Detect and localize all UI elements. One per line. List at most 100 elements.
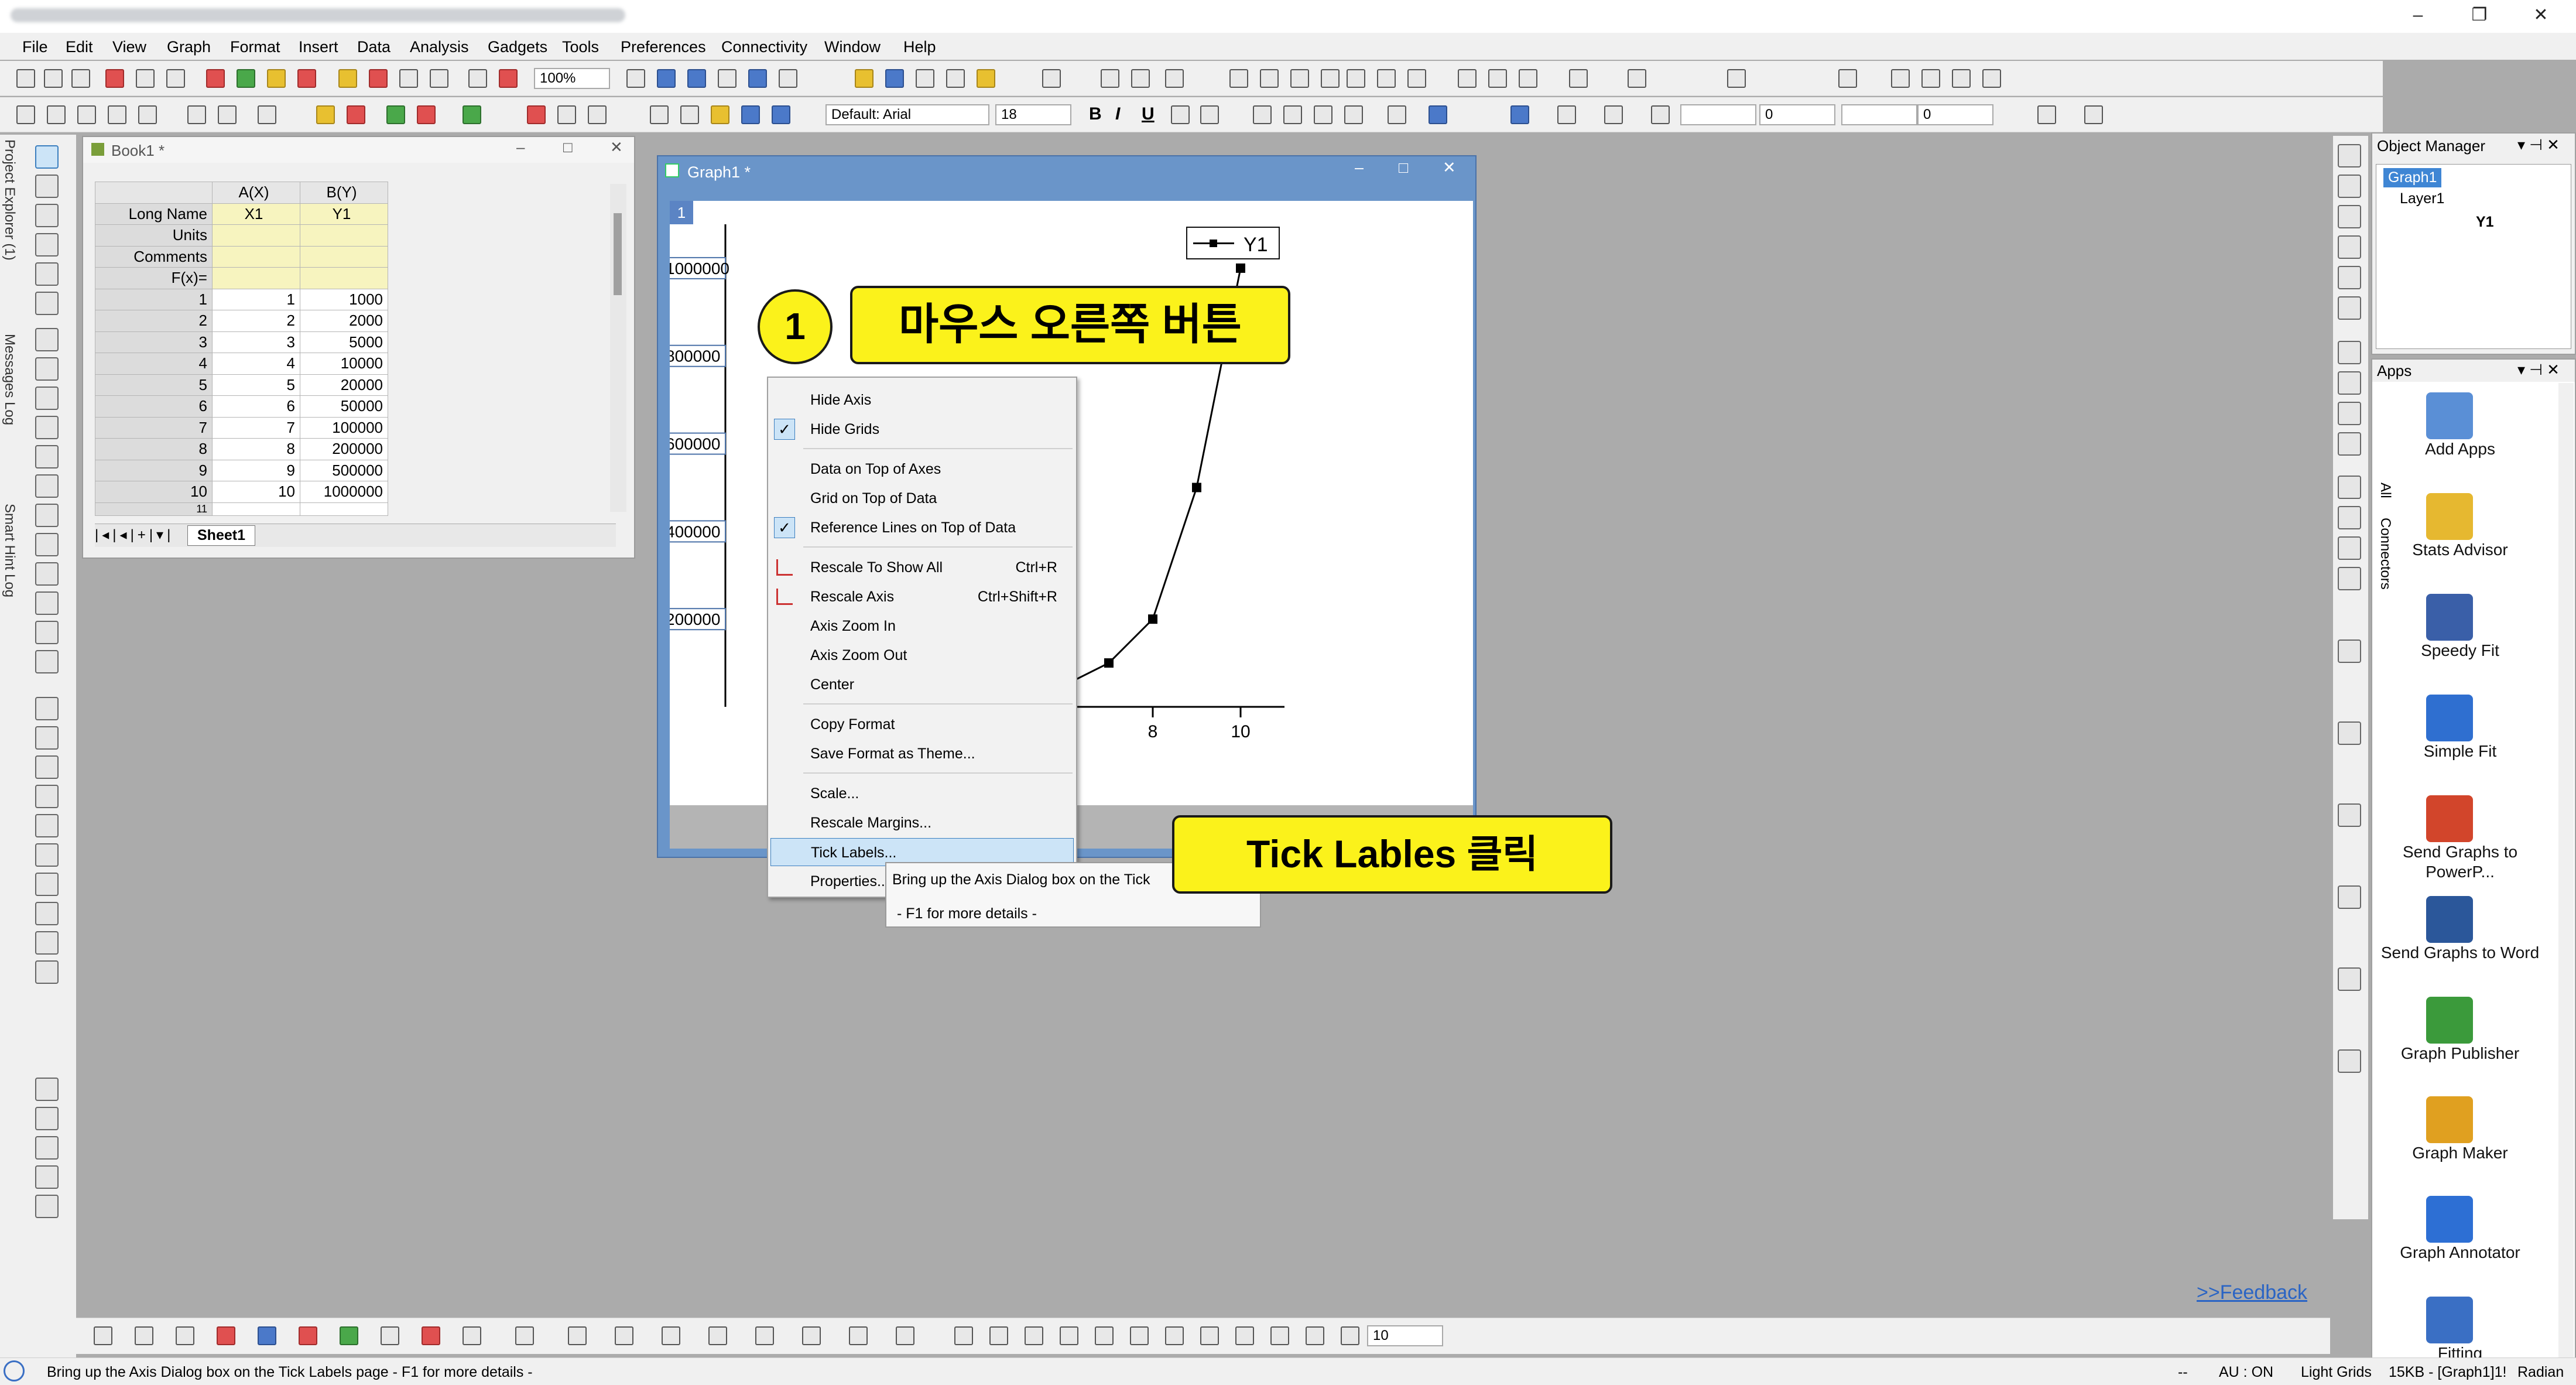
app-label[interactable]: Graph Publisher bbox=[2378, 1044, 2542, 1063]
data-cell[interactable]: 1000 bbox=[300, 288, 388, 310]
sqrt-tool-icon[interactable] bbox=[35, 960, 59, 984]
region-mask-icon[interactable] bbox=[35, 357, 59, 381]
units-cell[interactable] bbox=[300, 224, 388, 247]
rescale-strip-icon[interactable] bbox=[2338, 144, 2361, 167]
font-shrink-icon[interactable] bbox=[1314, 105, 1332, 124]
vertical-scrollbar[interactable] bbox=[610, 184, 626, 512]
close-button[interactable]: ✕ bbox=[2506, 2, 2576, 28]
xyz-icon[interactable] bbox=[1727, 69, 1746, 88]
graph-minimize[interactable]: – bbox=[1355, 159, 1364, 177]
hand-tool-icon[interactable] bbox=[35, 533, 59, 556]
add-apps-icon[interactable] bbox=[2426, 392, 2473, 439]
data-cell[interactable]: 1 bbox=[212, 288, 300, 310]
options-icon[interactable] bbox=[35, 1165, 59, 1189]
pin-icon[interactable] bbox=[218, 105, 237, 124]
histogram-icon[interactable] bbox=[1290, 69, 1309, 88]
greek-icon[interactable] bbox=[1253, 105, 1272, 124]
rescale-y-strip-icon[interactable] bbox=[2338, 235, 2361, 259]
table-tool-icon[interactable] bbox=[35, 785, 59, 808]
rescale-x-strip-icon[interactable] bbox=[2338, 205, 2361, 228]
new-notes-icon[interactable] bbox=[237, 69, 255, 88]
image-plot-icon[interactable] bbox=[662, 1326, 680, 1345]
rectangle-tool-icon[interactable] bbox=[35, 504, 59, 527]
bold-button[interactable]: B bbox=[1089, 104, 1102, 124]
front-icon[interactable] bbox=[1200, 1326, 1219, 1345]
context-menu-item[interactable]: Center bbox=[770, 671, 1074, 699]
smith-chart-icon[interactable] bbox=[802, 1326, 821, 1345]
row-number[interactable]: 3 bbox=[95, 331, 213, 353]
zoom-out-tool-icon[interactable] bbox=[35, 204, 59, 227]
workbook-window[interactable]: Book1 * – □ ✕ A(X) B(Y) Long Name X1 Y1 Uni… bbox=[82, 136, 635, 559]
data-cell[interactable]: 200000 bbox=[300, 438, 388, 460]
bar-chart-icon[interactable] bbox=[1229, 69, 1248, 88]
row-number[interactable]: 10 bbox=[95, 481, 213, 503]
new-function-icon[interactable] bbox=[166, 69, 185, 88]
speedy-fit-icon[interactable] bbox=[2426, 594, 2473, 641]
data-cell[interactable]: 9 bbox=[212, 459, 300, 481]
layer1-strip-icon[interactable] bbox=[2338, 341, 2361, 364]
context-menu-item[interactable]: Rescale Axis Ctrl+Shift+R bbox=[770, 583, 1074, 611]
data-cell[interactable]: 6 bbox=[212, 395, 300, 418]
row-number[interactable]: 9 bbox=[95, 459, 213, 481]
app-label[interactable]: Graph Annotator bbox=[2378, 1243, 2542, 1263]
add-layer-icon[interactable] bbox=[316, 105, 335, 124]
matrix-tool-icon[interactable] bbox=[35, 1078, 59, 1101]
extract-icon[interactable] bbox=[417, 105, 436, 124]
new-workbook-icon[interactable] bbox=[71, 69, 90, 88]
layer-icon[interactable] bbox=[463, 105, 481, 124]
data-cell[interactable]: 5000 bbox=[300, 331, 388, 353]
waveform-icon[interactable] bbox=[1628, 69, 1646, 88]
context-menu-item[interactable]: ✓ Hide Grids bbox=[770, 415, 1074, 443]
pattern-icon[interactable] bbox=[1557, 105, 1576, 124]
context-menu-item[interactable]: Axis Zoom Out bbox=[770, 641, 1074, 669]
plot-3d-icon[interactable] bbox=[515, 1326, 534, 1345]
data-cell[interactable]: 50000 bbox=[300, 395, 388, 418]
scale-tool-icon[interactable] bbox=[35, 233, 59, 257]
panel-controls-icon[interactable]: ▾ ⊣ ✕ bbox=[2517, 136, 2560, 154]
frame-icon[interactable] bbox=[35, 843, 59, 867]
paste-icon[interactable] bbox=[1519, 69, 1537, 88]
data-cell[interactable]: 4 bbox=[212, 353, 300, 375]
row-label[interactable]: Units bbox=[95, 224, 213, 247]
open-template-icon[interactable] bbox=[297, 69, 316, 88]
app-label[interactable]: Send Graphs to PowerP... bbox=[2378, 842, 2542, 882]
zoom-strip-icon[interactable] bbox=[2338, 266, 2361, 289]
long-name-cell[interactable]: Y1 bbox=[300, 203, 388, 225]
paste-icon-2[interactable] bbox=[711, 105, 729, 124]
data-icon[interactable] bbox=[527, 105, 546, 124]
color-bar-icon[interactable] bbox=[35, 697, 59, 720]
insert-image-icon[interactable] bbox=[35, 650, 59, 673]
column-plot-icon[interactable] bbox=[217, 1326, 235, 1345]
template-plot-icon[interactable] bbox=[463, 1326, 481, 1345]
new-project-icon[interactable] bbox=[16, 69, 35, 88]
graph-maximize[interactable]: □ bbox=[1399, 159, 1408, 177]
stats-icon[interactable] bbox=[1165, 69, 1184, 88]
font-color-icon[interactable] bbox=[1429, 105, 1447, 124]
dots-icon[interactable] bbox=[35, 1136, 59, 1160]
data-cell[interactable]: 500000 bbox=[300, 459, 388, 481]
copy-icon[interactable] bbox=[1488, 69, 1507, 88]
polar-plot-icon[interactable] bbox=[381, 1326, 399, 1345]
last-icon[interactable] bbox=[1982, 69, 2001, 88]
stock-plot-icon[interactable] bbox=[422, 1326, 440, 1345]
row-number[interactable]: 8 bbox=[95, 438, 213, 460]
subscript-icon[interactable] bbox=[1200, 105, 1219, 124]
open-sample-icon[interactable] bbox=[369, 69, 388, 88]
size-combo[interactable]: 0 bbox=[1917, 104, 1993, 125]
font-grow-icon[interactable] bbox=[1283, 105, 1302, 124]
lock-icon[interactable] bbox=[35, 1195, 59, 1218]
layer4-strip-icon[interactable] bbox=[2338, 432, 2361, 456]
layer6-strip-icon[interactable] bbox=[2338, 506, 2361, 529]
context-menu-item[interactable]: Save Format as Theme... bbox=[770, 740, 1074, 768]
import-wizard-icon[interactable] bbox=[468, 69, 487, 88]
layer8-strip-icon[interactable] bbox=[2338, 567, 2361, 590]
workbook-maximize[interactable]: □ bbox=[563, 138, 573, 156]
row-number[interactable]: 11 bbox=[95, 502, 213, 516]
merge-graph-icon[interactable] bbox=[896, 1326, 914, 1345]
comments-cell[interactable] bbox=[212, 245, 300, 268]
line-plot-icon[interactable] bbox=[94, 1326, 112, 1345]
undo-icon-2[interactable] bbox=[741, 105, 760, 124]
text-tool-icon[interactable] bbox=[35, 387, 59, 410]
matrix-plot-icon[interactable] bbox=[708, 1326, 727, 1345]
data-cell[interactable]: 2 bbox=[212, 310, 300, 332]
